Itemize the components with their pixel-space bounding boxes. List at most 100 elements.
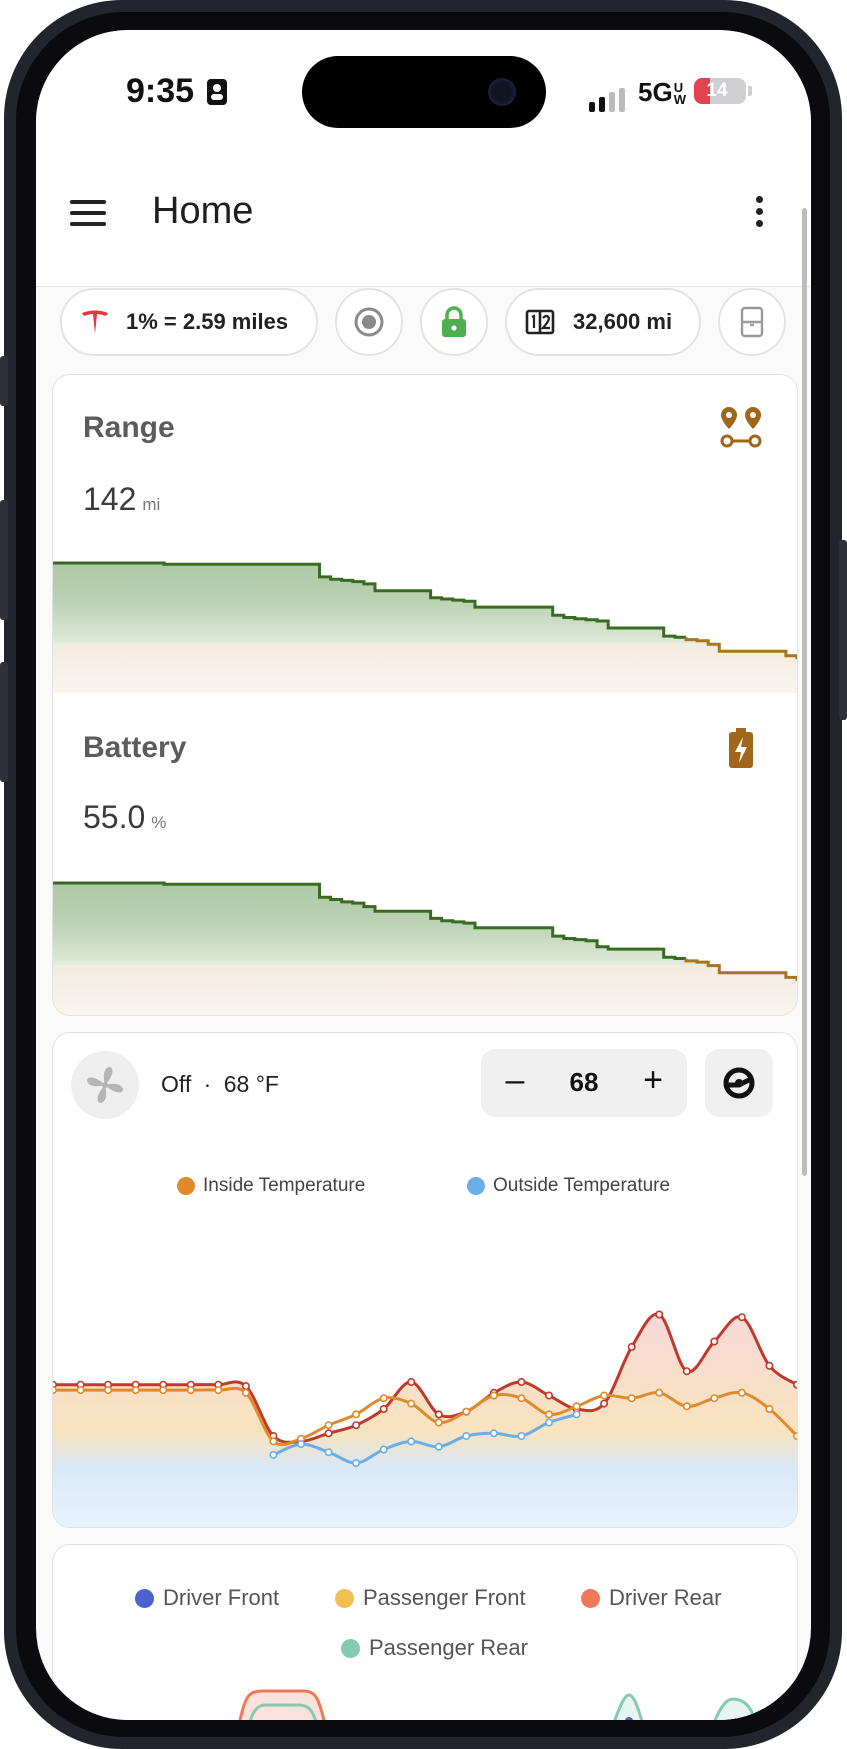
legend-dot xyxy=(135,1588,154,1608)
sparkline-area xyxy=(53,883,797,1015)
climate-set-temp: 68 °F xyxy=(223,1071,279,1097)
trunk-chip[interactable] xyxy=(718,288,786,356)
temperature-point xyxy=(269,1437,278,1446)
passenger-rear-peak xyxy=(613,1693,644,1720)
temperature-point xyxy=(765,1405,774,1414)
temperature-point xyxy=(710,1337,719,1346)
temperature-point xyxy=(517,1378,526,1387)
temperature-point xyxy=(434,1442,443,1451)
temperature-point xyxy=(682,1367,691,1376)
range-sparkline xyxy=(53,561,797,693)
temperature-point xyxy=(324,1421,333,1430)
climate-card[interactable]: Off · 68 °F – 68 + Inside Temperature Ou… xyxy=(52,1032,798,1528)
signal-icon xyxy=(589,88,625,112)
battery-icon: 14 xyxy=(694,78,746,104)
network-badge: UW xyxy=(673,80,686,108)
page-title: Home xyxy=(152,190,254,232)
map-marker-distance-icon xyxy=(720,407,762,448)
temperature-point xyxy=(352,1421,361,1430)
legend-inside-temperature[interactable]: Inside Temperature xyxy=(177,1175,365,1197)
legend-outside-temperature[interactable]: Outside Temperature xyxy=(467,1175,670,1197)
seat-heater-card[interactable]: Driver Front Passenger Front Driver Rear… xyxy=(52,1544,798,1720)
fan-icon xyxy=(87,1067,123,1103)
cabin-temperature-chart xyxy=(53,1310,797,1527)
hamburger-menu-icon[interactable] xyxy=(70,200,106,230)
legend-label: Outside Temperature xyxy=(493,1175,671,1196)
legend-driver-rear[interactable]: Driver Rear xyxy=(581,1585,721,1611)
increase-temp-button[interactable]: + xyxy=(633,1061,673,1100)
temperature-point xyxy=(600,1391,609,1400)
lock-chip[interactable] xyxy=(420,288,488,356)
fan-button[interactable] xyxy=(71,1051,139,1119)
battery-sparkline xyxy=(53,881,797,1015)
range-battery-card[interactable]: Range 142 mi Battery 55.0% xyxy=(52,374,798,1016)
temperature-point xyxy=(324,1429,333,1438)
temperature-point xyxy=(544,1410,553,1419)
legend-dot xyxy=(581,1588,600,1608)
battery-charging-icon xyxy=(729,728,753,768)
temperature-point xyxy=(434,1418,443,1427)
legend-driver-front[interactable]: Driver Front xyxy=(135,1585,279,1611)
temperature-point xyxy=(627,1342,636,1351)
battery-number: 55.0 xyxy=(83,799,146,835)
sentry-chip[interactable] xyxy=(335,288,403,356)
temperature-point xyxy=(269,1450,278,1459)
temperature-point xyxy=(737,1388,746,1397)
legend-dot xyxy=(467,1177,485,1195)
temperature-point xyxy=(572,1402,581,1411)
range-number: 142 xyxy=(83,481,137,517)
battery-unit: % xyxy=(151,813,167,832)
network-type: 5GUW xyxy=(638,77,688,108)
range-unit: mi xyxy=(142,495,161,514)
temperature-point xyxy=(131,1386,140,1395)
temperature-point xyxy=(76,1386,85,1395)
temperature-point xyxy=(710,1394,719,1403)
app-bar: Home xyxy=(36,160,811,287)
temperature-point xyxy=(462,1432,471,1441)
temperature-point xyxy=(407,1399,416,1408)
legend-dot xyxy=(335,1588,354,1608)
status-bar: 9:35 5GUW 14 xyxy=(36,30,811,160)
vehicle-door-icon xyxy=(740,306,764,338)
legend-label: Inside Temperature xyxy=(203,1175,366,1196)
steering-wheel-heat-button[interactable] xyxy=(705,1049,773,1117)
temperature-area xyxy=(53,1314,797,1527)
temperature-point xyxy=(379,1405,388,1414)
steering-wheel-heat-icon xyxy=(723,1067,755,1099)
legend-passenger-rear[interactable]: Passenger Rear xyxy=(341,1635,528,1661)
temperature-point xyxy=(104,1386,113,1395)
temperature-point xyxy=(489,1429,498,1438)
odometer-label: 32,600 mi xyxy=(573,309,673,334)
legend-passenger-front[interactable]: Passenger Front xyxy=(335,1585,526,1611)
temperature-point xyxy=(627,1394,636,1403)
tesla-logo-icon xyxy=(82,310,108,334)
legend-label: Passenger Rear xyxy=(369,1635,528,1660)
dynamic-island xyxy=(302,56,546,128)
efficiency-label: 1% = 2.59 miles xyxy=(126,309,289,334)
temperature-point xyxy=(655,1388,664,1397)
power-button xyxy=(839,540,847,720)
legend-dot xyxy=(177,1177,195,1195)
temperature-point xyxy=(241,1388,250,1397)
temperature-point xyxy=(737,1313,746,1322)
temperature-stepper[interactable]: – 68 + xyxy=(481,1049,687,1117)
action-button xyxy=(0,356,8,406)
efficiency-chip[interactable]: 1% = 2.59 miles xyxy=(60,288,318,356)
climate-power-state: Off xyxy=(161,1071,192,1097)
record-circle-icon xyxy=(354,307,384,337)
temperature-point xyxy=(186,1386,195,1395)
passenger-rear-peak-2 xyxy=(713,1697,757,1720)
odometer-chip[interactable]: 32,600 mi xyxy=(505,288,701,356)
temperature-point xyxy=(434,1410,443,1419)
temperature-point xyxy=(407,1437,416,1446)
range-value: 142 mi xyxy=(83,481,160,518)
scrollbar[interactable] xyxy=(802,208,807,1176)
camera-icon xyxy=(488,78,516,106)
seat-heater-chart xyxy=(238,1689,757,1720)
temperature-point xyxy=(544,1391,553,1400)
temperature-point xyxy=(159,1386,168,1395)
more-vert-icon[interactable] xyxy=(756,196,764,232)
temperature-point xyxy=(765,1361,774,1370)
climate-status: Off · 68 °F xyxy=(161,1071,279,1098)
temperature-point xyxy=(379,1445,388,1454)
